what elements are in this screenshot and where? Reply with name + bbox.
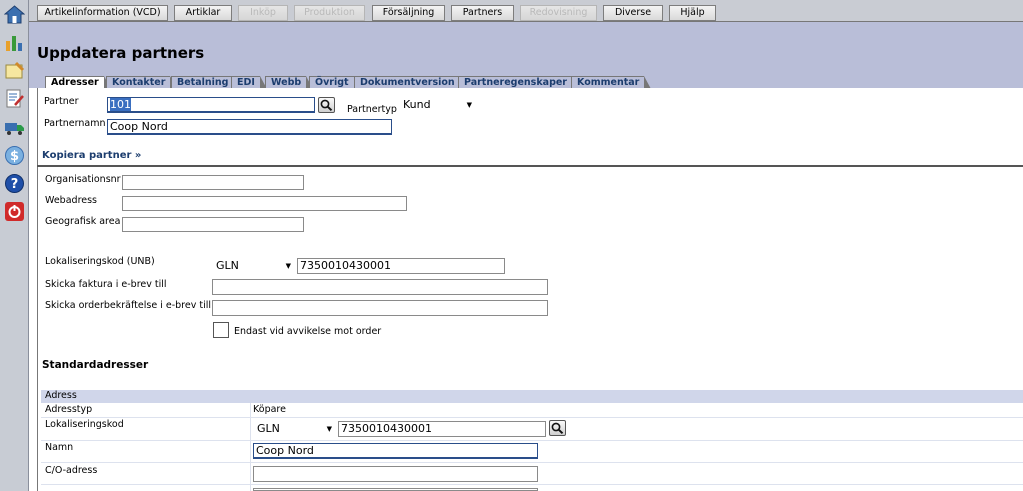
chevron-down-icon: ▼ [326, 425, 332, 433]
co-adress-input[interactable] [253, 466, 538, 482]
chevron-down-icon: ▼ [466, 101, 472, 109]
tab-partners[interactable]: Partners [451, 5, 514, 21]
geografisk-area-label: Geografisk area [45, 216, 121, 227]
subtab-partneregenskaper[interactable]: Partneregenskaper [458, 76, 579, 89]
edit-document-icon[interactable] [4, 88, 25, 109]
row-divider [41, 440, 1023, 441]
adresstyp-label: Adresstyp [45, 404, 93, 415]
chart-icon[interactable] [4, 32, 25, 53]
organisationsnr-label: Organisationsnr [45, 174, 121, 185]
subtab-webb[interactable]: Webb [265, 76, 314, 89]
tab-produktion: Produktion [294, 5, 365, 21]
top-menu-bar: Artikelinformation (VCD) Artiklar Inköp … [29, 0, 1023, 22]
partner-input[interactable]: 101 [107, 97, 315, 113]
tab-inkop: Inköp [238, 5, 288, 21]
lokaliseringskod-unb-type-select[interactable]: GLN ▼ [212, 258, 294, 274]
tab-hjalp[interactable]: Hjälp [669, 5, 716, 21]
lokaliseringskod-type-select[interactable]: GLN ▼ [253, 421, 335, 437]
help-icon[interactable]: ? [4, 173, 25, 194]
tab-artiklar[interactable]: Artiklar [174, 5, 232, 21]
lokaliseringskod-input[interactable]: 7350010430001 [338, 421, 546, 437]
tab-redovisning: Redovisning [520, 5, 597, 21]
partnertyp-value: Kund [403, 98, 431, 111]
adress-section-header: Adress [41, 390, 1023, 403]
tab-diverse[interactable]: Diverse [603, 5, 663, 21]
lokaliseringskod-unb-label: Lokaliseringskod (UNB) [45, 256, 155, 267]
lokaliseringskod-label: Lokaliseringskod [45, 419, 124, 430]
organisationsnr-input[interactable] [122, 175, 304, 190]
partner-value: 101 [110, 98, 131, 111]
namn-label: Namn [45, 442, 74, 453]
skicka-faktura-label: Skicka faktura i e-brev till [45, 279, 167, 290]
subtab-dokumentversion[interactable]: Dokumentversion [354, 76, 467, 89]
page-title: Uppdatera partners [37, 44, 205, 62]
avvikelse-checkbox[interactable] [213, 322, 229, 338]
tab-artikelinformation[interactable]: Artikelinformation (VCD) [37, 5, 168, 21]
partnernamn-input[interactable]: Coop Nord [107, 119, 392, 135]
webadress-input[interactable] [122, 196, 407, 211]
truck-icon[interactable] [4, 117, 25, 138]
geografisk-area-input[interactable] [122, 217, 304, 232]
partnertyp-label: Partnertyp [347, 104, 397, 115]
subtab-kontakter[interactable]: Kontakter [106, 76, 178, 89]
subtab-ovrigt[interactable]: Övrigt [309, 76, 361, 89]
search-icon [320, 99, 333, 112]
co-adress-label: C/O-adress [45, 465, 98, 476]
notes-icon[interactable] [4, 60, 25, 81]
tab-forsaljning[interactable]: Försäljning [372, 5, 445, 21]
standardadresser-heading: Standardadresser [42, 359, 149, 371]
dollar-icon[interactable]: $ [4, 145, 25, 166]
avvikelse-checkbox-label: Endast vid avvikelse mot order [234, 326, 382, 337]
svg-text:?: ? [11, 177, 19, 192]
svg-text:$: $ [10, 149, 19, 164]
power-icon[interactable] [4, 201, 25, 222]
app-sidebar: $ ? [0, 0, 29, 491]
skicka-faktura-input[interactable] [212, 279, 548, 295]
subtab-kommentar[interactable]: Kommentar [571, 76, 652, 89]
section-divider [37, 165, 1023, 167]
partnertyp-select[interactable]: Kund ▼ [399, 97, 475, 113]
lokaliseringskod-unb-input[interactable]: 7350010430001 [297, 258, 505, 274]
search-icon [551, 422, 564, 435]
row-divider [41, 462, 1023, 463]
lokaliseringskod-unb-type: GLN [216, 259, 239, 272]
webadress-label: Webadress [45, 195, 98, 206]
namn-input[interactable]: Coop Nord [253, 443, 538, 459]
adress-section-title: Adress [45, 390, 77, 401]
row-divider [41, 417, 1023, 418]
skicka-orderbekraftelse-input[interactable] [212, 300, 548, 316]
skicka-orderbekraftelse-label: Skicka orderbekräftelse i e-brev till [45, 300, 211, 311]
row-divider [41, 484, 1023, 485]
column-divider [250, 403, 251, 491]
partnernamn-label: Partnernamn [44, 118, 106, 129]
copy-partner-link[interactable]: Kopiera partner » [42, 150, 141, 161]
lokaliseringskod-type: GLN [257, 422, 280, 435]
subtab-edi[interactable]: EDI [231, 76, 267, 89]
subtab-betalning[interactable]: Betalning [171, 76, 242, 89]
partner-label: Partner [44, 96, 79, 107]
lokaliseringskod-search-button[interactable] [549, 420, 566, 436]
adresstyp-value: Köpare [253, 404, 286, 415]
chevron-down-icon: ▼ [285, 262, 291, 270]
partner-search-button[interactable] [318, 97, 335, 113]
home-icon[interactable] [3, 4, 26, 25]
